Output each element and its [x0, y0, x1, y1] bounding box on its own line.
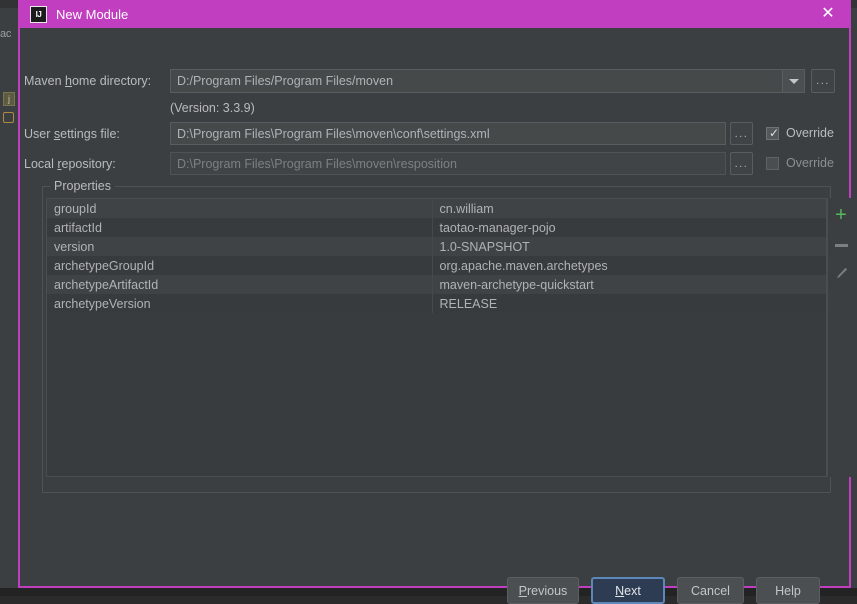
property-value: RELEASE [439, 296, 498, 311]
user-settings-override-row[interactable]: ✓ Override [766, 126, 834, 140]
new-module-dialog: IJ New Module ✕ Maven home directory: D:… [18, 0, 854, 604]
checkmark-icon: ✓ [769, 125, 780, 140]
table-row[interactable]: archetypeGroupId org.apache.maven.archety… [47, 256, 826, 275]
dialog-body: Maven home directory: D:/Program Files/P… [20, 28, 854, 604]
property-value: org.apache.maven.archetypes [439, 258, 608, 273]
maven-version-note: (Version: 3.3.9) [170, 101, 255, 115]
local-repository-override-label: Override [786, 156, 834, 170]
table-row[interactable]: groupId cn.william [47, 199, 826, 218]
maven-home-browse-button[interactable]: ... [811, 69, 835, 93]
property-key: archetypeVersion [47, 294, 433, 313]
table-row[interactable]: archetypeArtifactId maven-archetype-quick… [47, 275, 826, 294]
dialog-titlebar: IJ New Module ✕ [20, 0, 849, 28]
property-value: cn.william [439, 201, 494, 216]
user-settings-input[interactable]: D:\Program Files\Program Files\moven\con… [170, 122, 726, 145]
intellij-idea-icon: IJ [30, 5, 47, 23]
properties-toolbar: + [827, 198, 854, 477]
dialog-title: New Module [56, 6, 129, 22]
close-icon[interactable]: ✕ [817, 4, 839, 24]
property-key: artifactId [47, 218, 433, 237]
ide-background-text: ac [0, 28, 12, 40]
local-repository-override-checkbox[interactable] [766, 156, 779, 170]
user-settings-override-checkbox[interactable]: ✓ [766, 125, 780, 140]
local-repository-label: Local repository: [24, 157, 116, 171]
property-value: 1.0-SNAPSHOT [439, 239, 530, 254]
pencil-icon [836, 267, 847, 278]
maven-home-label: Maven home directory: [24, 74, 152, 88]
dialog-footer: Previous Next Cancel Help [20, 526, 849, 604]
local-repository-override-row[interactable]: Override [766, 156, 834, 170]
table-row[interactable]: archetypeVersion RELEASE [47, 294, 826, 313]
help-button[interactable]: Help [756, 577, 820, 604]
remove-property-button[interactable] [828, 232, 854, 258]
edit-property-button[interactable] [828, 260, 854, 286]
ide-marker-icon [3, 112, 14, 123]
ide-file-icon: j [3, 92, 15, 106]
property-value: maven-archetype-quickstart [439, 277, 594, 292]
property-key: version [47, 237, 433, 256]
next-button[interactable]: Next [591, 577, 665, 604]
add-property-button[interactable]: + [828, 202, 854, 228]
properties-group-title: Properties [50, 179, 115, 193]
property-key: archetypeGroupId [47, 256, 433, 275]
maven-home-input[interactable]: D:/Program Files/Program Files/moven [170, 69, 805, 93]
previous-button[interactable]: Previous [507, 577, 579, 604]
chevron-down-icon[interactable] [782, 70, 804, 92]
user-settings-label: User settings file: [24, 127, 120, 141]
local-repository-browse-button[interactable]: ... [730, 152, 753, 175]
cancel-button[interactable]: Cancel [677, 577, 744, 604]
properties-table[interactable]: groupId cn.william artifactId taotao-manage… [46, 198, 827, 477]
property-key: groupId [47, 199, 433, 218]
user-settings-browse-button[interactable]: ... [730, 122, 753, 145]
table-row[interactable]: version 1.0-SNAPSHOT [47, 237, 826, 256]
property-key: archetypeArtifactId [47, 275, 433, 294]
user-settings-override-label: Override [786, 126, 834, 140]
local-repository-input[interactable]: D:\Program Files\Program Files\moven\res… [170, 152, 726, 175]
table-row[interactable]: artifactId taotao-manager-pojo [47, 218, 826, 237]
property-value: taotao-manager-pojo [439, 220, 556, 235]
